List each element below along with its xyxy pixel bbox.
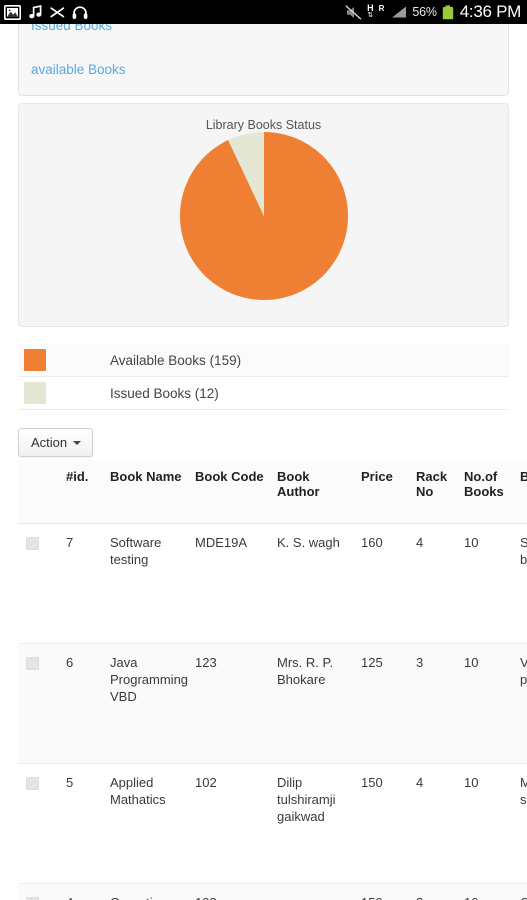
links-panel: Issued Books available Books <box>18 24 509 96</box>
chart-legend: Available Books (159) Issued Books (12) <box>18 344 509 410</box>
battery-icon <box>442 4 454 20</box>
row-checkbox[interactable] <box>26 537 39 550</box>
network-arrows-icon: ⇅ <box>367 11 374 19</box>
cell-book-author: Mrs. R. P. Bhokare <box>277 643 361 764</box>
legend-item-available-books[interactable]: Available Books (159) <box>18 344 509 377</box>
pie-chart-svg <box>179 132 348 300</box>
header-no-of-books[interactable]: No.of Books <box>464 460 520 524</box>
headphones-icon <box>72 5 88 20</box>
header-book-description[interactable]: Book Description <box>520 460 527 524</box>
books-table-head: #id. Book Name Book Code Book Author Pri… <box>18 460 527 524</box>
chevron-down-icon <box>73 440 82 445</box>
header-book-code[interactable]: Book Code <box>195 460 277 524</box>
table-row[interactable]: 6 Java Programming VBD 123 Mrs. R. P. Bh… <box>18 643 527 764</box>
books-table-container[interactable]: #id. Book Name Book Code Book Author Pri… <box>18 460 527 900</box>
header-rack-no[interactable]: Rack No <box>416 460 464 524</box>
row-checkbox[interactable] <box>26 657 39 670</box>
header-book-author[interactable]: Book Author <box>277 460 361 524</box>
books-table-body: 7 Software testing MDE19A K. S. wagh 160… <box>18 523 527 900</box>
cell-rack-no: 4 <box>416 763 464 884</box>
link-issued-books[interactable]: Issued Books <box>31 24 112 33</box>
cell-no-of-books: 10 <box>464 643 520 764</box>
row-checkbox-cell[interactable] <box>18 523 66 644</box>
row-checkbox-cell[interactable] <box>18 763 66 884</box>
table-row[interactable]: 5 Applied Mathatics 102 Dilip tulshiramj… <box>18 763 527 884</box>
cell-price: 150 <box>361 763 416 884</box>
battery-percent-label: 56% <box>412 5 437 19</box>
legend-label-issued-books: Issued Books (12) <box>110 385 219 401</box>
cell-book-author: Dilip tulshiramji gaikwad <box>277 763 361 884</box>
legend-label-available-books: Available Books (159) <box>110 352 242 368</box>
cell-book-name: Java Programming VBD <box>110 643 195 764</box>
mute-icon <box>345 4 362 20</box>
books-table: #id. Book Name Book Code Book Author Pri… <box>18 460 527 900</box>
image-icon <box>4 4 21 20</box>
cell-no-of-books: 10 <box>464 883 520 900</box>
header-id[interactable]: #id. <box>66 460 110 524</box>
header-price[interactable]: Price <box>361 460 416 524</box>
clock-label: 4:36 PM <box>459 2 522 21</box>
legend-swatch-available-books <box>24 349 46 371</box>
cell-rack-no: 3 <box>416 883 464 900</box>
cell-book-name: Applied Mathatics <box>110 763 195 884</box>
cell-book-code: 102 <box>195 763 277 884</box>
cell-rack-no: 3 <box>416 643 464 764</box>
cell-price: 160 <box>361 523 416 644</box>
cell-id: 6 <box>66 643 110 764</box>
status-bar-notification-icons <box>4 4 88 20</box>
cell-book-code: 102 <box>195 883 277 900</box>
music-note-icon <box>28 4 43 20</box>
cell-price: 125 <box>361 643 416 764</box>
cell-id: 7 <box>66 523 110 644</box>
cell-book-code: MDE19A <box>195 523 277 644</box>
cell-book-code: 123 <box>195 643 277 764</box>
row-checkbox[interactable] <box>26 777 39 790</box>
cell-book-author: mr. jahgangir i <box>277 883 361 900</box>
legend-item-issued-books[interactable]: Issued Books (12) <box>18 377 509 410</box>
cell-no-of-books: 10 <box>464 763 520 884</box>
cell-book-description: VBD for java programming <box>520 643 527 764</box>
shuffle-icon <box>50 6 65 19</box>
table-row[interactable]: 4 Operating system vbd 102 mr. jahgangir… <box>18 883 527 900</box>
legend-swatch-issued-books <box>24 382 46 404</box>
network-type-h-icon: H ⇅ <box>367 4 374 19</box>
cell-book-name: Operating system vbd <box>110 883 195 900</box>
table-toolbar: Action <box>18 428 94 457</box>
status-bar: H ⇅ R 56% 4:36 PM <box>0 0 527 24</box>
cell-book-description: Mathematics semester <box>520 763 527 884</box>
pie-chart <box>19 130 508 302</box>
header-select[interactable] <box>18 460 66 524</box>
status-bar-system-icons: H ⇅ R 56% 4:36 PM <box>345 2 521 22</box>
table-header-row: #id. Book Name Book Code Book Author Pri… <box>18 460 527 524</box>
cell-book-author: K. S. wagh <box>277 523 361 644</box>
row-checkbox-cell[interactable] <box>18 883 66 900</box>
page-content: Issued Books available Books Library Boo… <box>0 24 527 900</box>
table-row[interactable]: 7 Software testing MDE19A K. S. wagh 160… <box>18 523 527 644</box>
row-checkbox-cell[interactable] <box>18 643 66 764</box>
cell-id: 4 <box>66 883 110 900</box>
roaming-icon: R <box>378 3 385 13</box>
cell-book-description: Operating system vbd <box>520 883 527 900</box>
cell-price: 150 <box>361 883 416 900</box>
signal-bars-icon <box>389 5 407 19</box>
cell-book-name: Software testing <box>110 523 195 644</box>
action-button-label: Action <box>31 435 68 450</box>
cell-book-description: Software testing book for the stude <box>520 523 527 644</box>
action-dropdown-button[interactable]: Action <box>18 428 94 457</box>
chart-panel: Library Books Status <box>18 103 509 327</box>
cell-rack-no: 4 <box>416 523 464 644</box>
link-available-books[interactable]: available Books <box>31 62 126 77</box>
header-book-name[interactable]: Book Name <box>110 460 195 524</box>
cell-no-of-books: 10 <box>464 523 520 644</box>
cell-id: 5 <box>66 763 110 884</box>
